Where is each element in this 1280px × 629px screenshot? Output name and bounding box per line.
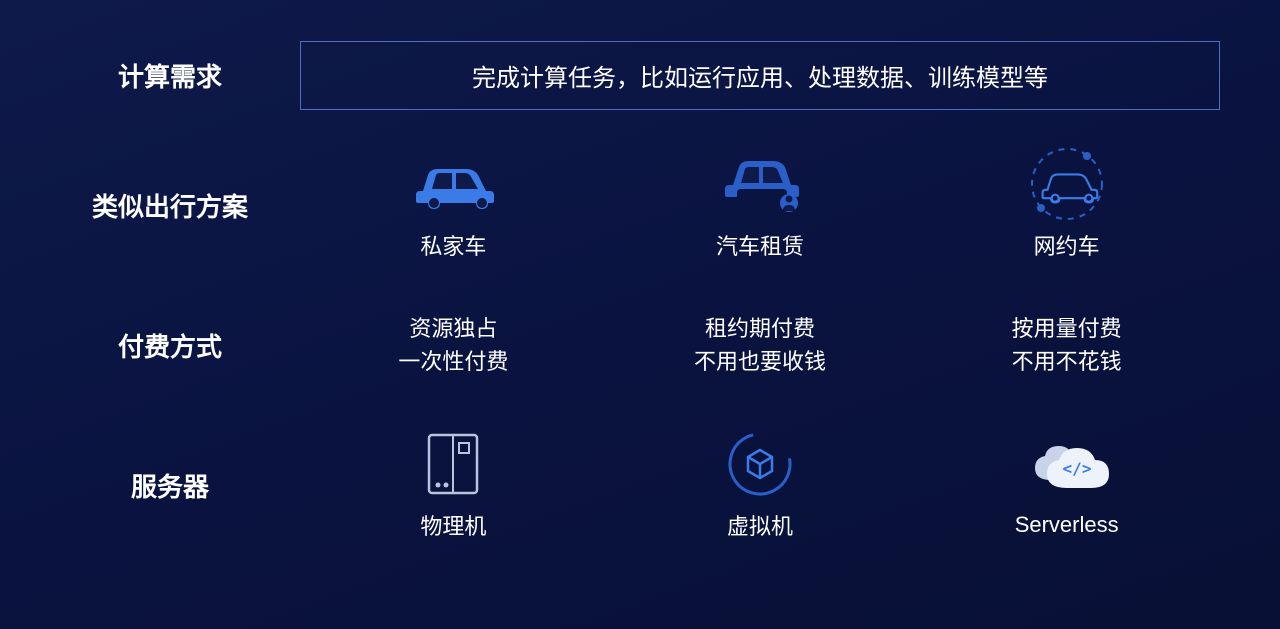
row-label-travel: 类似出行方案	[40, 187, 300, 224]
virtual-machine-icon	[722, 429, 798, 499]
payment-3-line1: 按用量付费	[1012, 312, 1122, 345]
server-label-serverless: Serverless	[1015, 512, 1119, 538]
server-label-physical: 物理机	[420, 509, 486, 541]
server-cell-vm: 虚拟机	[607, 429, 914, 541]
server-cell-serverless: </> Serverless	[913, 432, 1220, 538]
ride-hailing-icon	[1019, 149, 1115, 219]
payment-cell-1: 资源独占 一次性付费	[300, 312, 607, 378]
travel-cell-ridehail: 网约车	[913, 149, 1220, 261]
server-label-vm: 虚拟机	[727, 509, 793, 541]
svg-text:</>: </>	[1062, 459, 1091, 478]
travel-cell-private-car: 私家车	[300, 149, 607, 261]
payment-1-line2: 一次性付费	[398, 345, 508, 378]
payment-1-line1: 资源独占	[398, 312, 508, 345]
payment-cell-3: 按用量付费 不用不花钱	[913, 312, 1220, 378]
travel-label-private-car: 私家车	[420, 229, 486, 261]
payment-cell-2: 租约期付费 不用也要收钱	[607, 312, 914, 378]
travel-label-rental: 汽车租赁	[716, 229, 804, 261]
car-rental-icon	[715, 149, 805, 219]
comparison-grid: 计算需求 完成计算任务，比如运行应用、处理数据、训练模型等 类似出行方案 私家车…	[0, 0, 1280, 629]
serverless-cloud-icon: </>	[1021, 432, 1113, 502]
payment-2-line2: 不用也要收钱	[694, 345, 826, 378]
row-label-demand: 计算需求	[40, 57, 300, 94]
row-label-server: 服务器	[40, 467, 300, 504]
travel-cell-rental: 汽车租赁	[607, 149, 914, 261]
travel-label-ridehail: 网约车	[1034, 229, 1100, 261]
row-label-payment: 付费方式	[40, 327, 300, 364]
payment-3-line2: 不用不花钱	[1012, 345, 1122, 378]
physical-server-icon	[423, 429, 483, 499]
private-car-icon	[408, 149, 498, 219]
server-cell-physical: 物理机	[300, 429, 607, 541]
payment-2-line1: 租约期付费	[694, 312, 826, 345]
demand-description: 完成计算任务，比如运行应用、处理数据、训练模型等	[300, 41, 1220, 110]
